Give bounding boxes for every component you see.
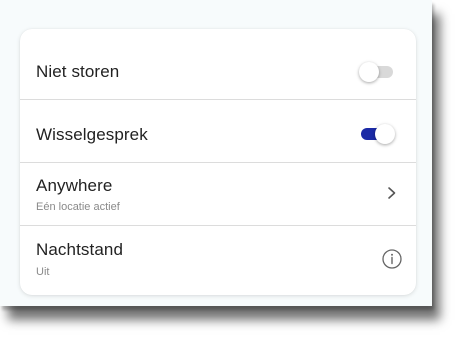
setting-row-anywhere[interactable]: Anywhere Eén locatie actief (20, 163, 416, 226)
page: Niet storen Wisselgesprek Anywhere Eén l… (0, 0, 457, 345)
setting-label: Wisselgesprek (36, 125, 148, 144)
toggle-knob (359, 62, 379, 82)
niet-storen-toggle[interactable] (359, 61, 395, 83)
setting-row-niet-storen[interactable]: Niet storen (20, 29, 416, 100)
setting-label: Anywhere (36, 176, 113, 195)
info-icon[interactable] (381, 248, 403, 270)
wisselgesprek-toggle[interactable] (359, 123, 395, 145)
setting-label: Niet storen (36, 62, 120, 81)
setting-row-wisselgesprek[interactable]: Wisselgesprek (20, 100, 416, 163)
setting-sublabel: Uit (36, 266, 50, 278)
toggle-knob (375, 124, 395, 144)
screenshot-frame: Niet storen Wisselgesprek Anywhere Eén l… (0, 0, 432, 306)
chevron-right-icon (388, 187, 396, 199)
setting-sublabel: Eén locatie actief (36, 201, 120, 213)
settings-card: Niet storen Wisselgesprek Anywhere Eén l… (20, 29, 416, 295)
setting-row-nachtstand[interactable]: Nachtstand Uit (20, 226, 416, 295)
setting-label: Nachtstand (36, 240, 123, 259)
